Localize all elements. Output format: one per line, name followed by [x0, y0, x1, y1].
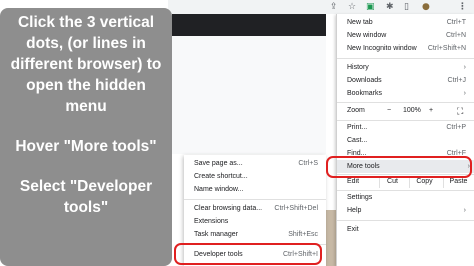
menu-item-label: Help: [347, 207, 362, 214]
menu-divider: [337, 190, 474, 191]
page-content-area: [172, 36, 326, 154]
zoom-in-button[interactable]: +: [429, 104, 433, 118]
zoom-value: 100%: [403, 107, 421, 114]
menu-item-label: Task manager: [194, 231, 238, 238]
browser-toolbar: ⇪ ☆ ▣ ✱ ▯ ● ⋮: [168, 0, 474, 14]
menu-item-label: Extensions: [194, 218, 229, 225]
menu-item-shortcut: Ctrl+T: [446, 19, 466, 26]
menu-item-cast[interactable]: Cast...: [347, 135, 470, 147]
instruction-step-2: Hover "More tools": [15, 138, 157, 155]
menu-item-shortcut: Ctrl+J: [447, 77, 466, 84]
fullscreen-icon[interactable]: ⛶: [457, 104, 463, 118]
menu-item-incognito[interactable]: New Incognito window Ctrl+Shift+N: [347, 43, 470, 55]
zoom-out-button[interactable]: −: [387, 104, 391, 118]
more-tools-highlight: [326, 156, 472, 178]
menu-item-print[interactable]: Print... Ctrl+P: [347, 122, 470, 134]
menu-item-label: Exit: [347, 226, 359, 233]
menu-divider: [337, 58, 474, 59]
menu-item-new-tab[interactable]: New tab Ctrl+T: [347, 17, 470, 29]
star-icon[interactable]: ☆: [348, 1, 356, 13]
menu-item-shortcut: Ctrl+Shift+N: [427, 45, 466, 52]
instruction-step-1: Click the 3 vertical dots, (or lines in …: [10, 14, 162, 115]
puzzle-icon[interactable]: ✱: [386, 1, 394, 13]
submenu-item-create-shortcut[interactable]: Create shortcut...: [194, 171, 322, 183]
menu-item-new-window[interactable]: New window Ctrl+N: [347, 30, 470, 42]
menu-item-label: History: [347, 64, 369, 71]
menu-item-shortcut: Shift+Esc: [288, 231, 318, 238]
menu-item-label: Name window...: [194, 186, 244, 193]
menu-item-exit[interactable]: Exit: [347, 224, 470, 236]
menu-item-shortcut: Ctrl+N: [445, 32, 466, 39]
menu-item-label: New tab: [347, 19, 373, 26]
extension-icon[interactable]: ▣: [366, 1, 375, 13]
instruction-step-3: Select "Developer tools": [19, 178, 153, 216]
menu-item-label: Create shortcut...: [194, 173, 248, 180]
menu-item-help[interactable]: Help ›: [347, 205, 470, 217]
menu-item-label: Print...: [347, 124, 368, 131]
submenu-item-clear-data[interactable]: Clear browsing data... Ctrl+Shift+Del: [194, 203, 322, 215]
menu-item-history[interactable]: History ›: [347, 62, 470, 74]
menu-item-label: Settings: [347, 194, 373, 201]
menu-item-shortcut: Ctrl+P: [446, 124, 466, 131]
menu-divider: [184, 199, 326, 200]
zoom-row: Zoom − 100% + ⛶: [347, 104, 470, 118]
menu-item-shortcut: Ctrl+Shift+Del: [274, 205, 318, 212]
menu-item-label: Save page as...: [194, 160, 243, 167]
menu-item-downloads[interactable]: Downloads Ctrl+J: [347, 75, 470, 87]
submenu-item-task-manager[interactable]: Task manager Shift+Esc: [194, 229, 322, 241]
menu-divider: [337, 220, 474, 221]
menu-item-label: Downloads: [347, 77, 382, 84]
zoom-label: Zoom: [347, 107, 365, 114]
sidebar-icon[interactable]: ▯: [404, 1, 409, 13]
developer-tools-highlight: [174, 243, 322, 265]
menu-item-label: New Incognito window: [347, 45, 417, 52]
menu-item-label: Cast...: [347, 137, 368, 144]
menu-item-label: Clear browsing data...: [194, 205, 263, 212]
chevron-right-icon: ›: [463, 90, 466, 97]
menu-item-bookmarks[interactable]: Bookmarks ›: [347, 88, 470, 100]
menu-item-settings[interactable]: Settings: [347, 192, 470, 204]
chevron-right-icon: ›: [463, 64, 466, 71]
share-icon[interactable]: ⇪: [330, 1, 338, 13]
menu-divider: [337, 102, 474, 103]
instruction-panel: Click the 3 vertical dots, (or lines in …: [0, 8, 172, 266]
chevron-right-icon: ›: [463, 207, 466, 214]
menu-item-label: Bookmarks: [347, 90, 383, 97]
page-header-area: [172, 14, 326, 36]
three-dots-icon[interactable]: ⋮: [458, 1, 467, 13]
submenu-item-name-window[interactable]: Name window...: [194, 184, 322, 196]
menu-divider: [337, 120, 474, 121]
submenu-item-save-page[interactable]: Save page as... Ctrl+S: [194, 158, 322, 170]
browser-main-menu: New tab Ctrl+T New window Ctrl+N New Inc…: [336, 14, 474, 266]
menu-item-label: New window: [347, 32, 387, 39]
menu-item-shortcut: Ctrl+S: [298, 160, 318, 167]
profile-icon[interactable]: ●: [422, 1, 430, 13]
submenu-item-extensions[interactable]: Extensions: [194, 216, 322, 228]
